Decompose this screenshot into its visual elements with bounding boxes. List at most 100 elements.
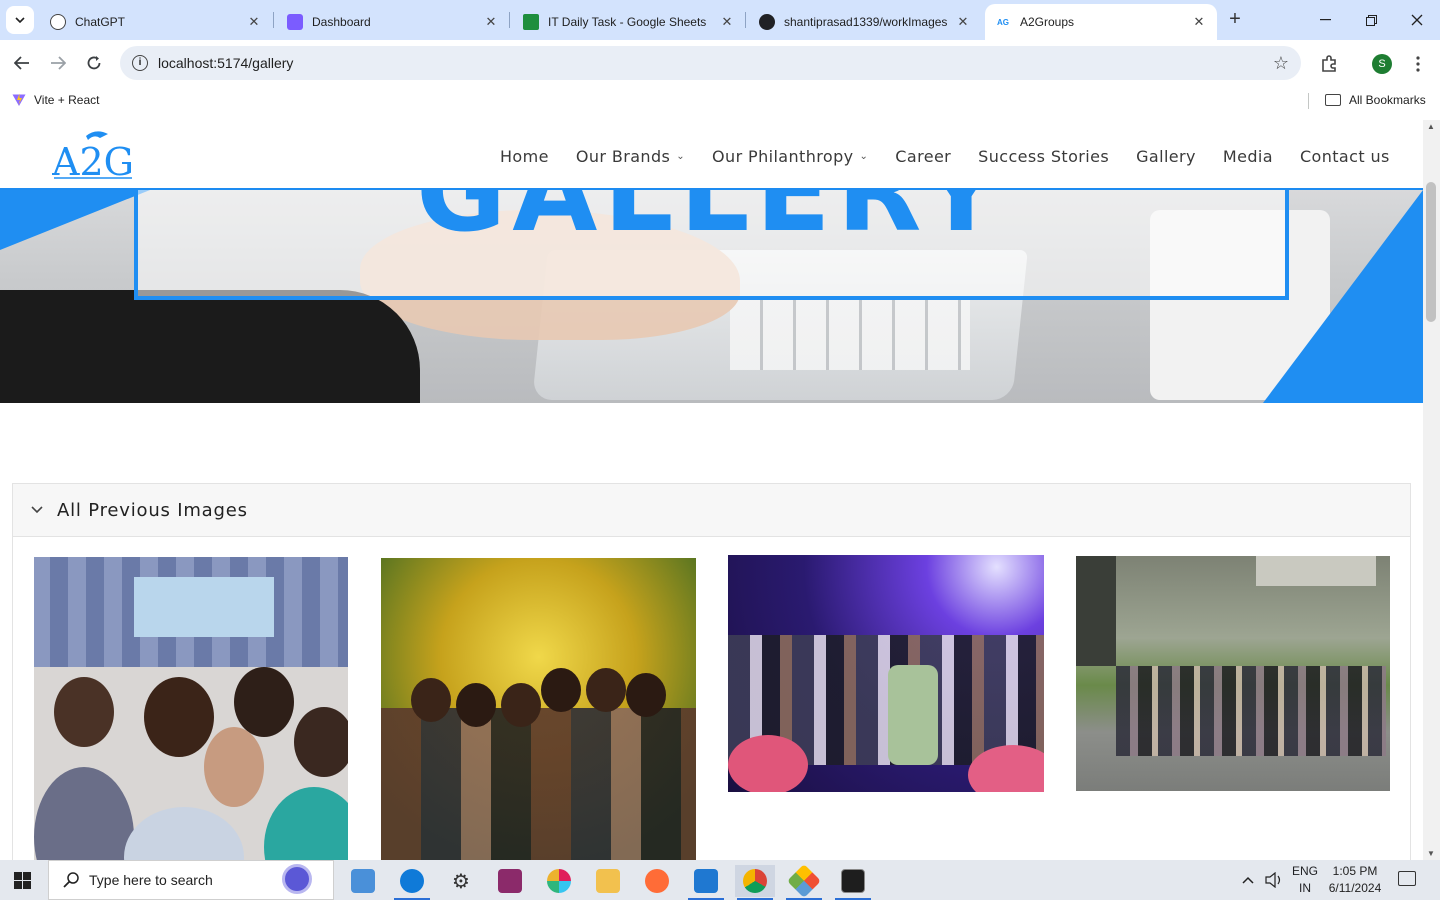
page-scrollbar[interactable]: ▲ ▼ [1423, 120, 1440, 860]
chevron-up-icon [1242, 876, 1254, 884]
site-info-icon[interactable]: i [132, 55, 148, 71]
taskbar-app-vscode[interactable] [686, 865, 726, 900]
windows-start-button[interactable] [14, 872, 31, 889]
folder-icon [1325, 94, 1341, 106]
close-tab-icon[interactable]: ✕ [719, 14, 735, 30]
taskbar-app-chrome[interactable] [735, 865, 775, 900]
gallery-hero-banner: GALLERY [0, 190, 1423, 403]
all-bookmarks-button[interactable]: All Bookmarks [1325, 93, 1426, 107]
taskbar-app-postman[interactable] [637, 865, 677, 897]
nav-contact-us[interactable]: Contact us [1300, 147, 1390, 166]
taskbar-app-file-explorer[interactable] [588, 865, 628, 897]
scroll-down-icon[interactable]: ▼ [1427, 849, 1435, 858]
folder-icon [596, 869, 620, 893]
gear-icon: ⚙ [452, 870, 470, 893]
tab-search-button[interactable] [6, 6, 34, 34]
github-icon [759, 14, 775, 30]
nav-success-stories[interactable]: Success Stories [978, 147, 1109, 166]
forward-button[interactable] [45, 50, 71, 76]
logo-text: A2G [52, 140, 134, 182]
nav-home[interactable]: Home [500, 147, 549, 166]
scroll-up-icon[interactable]: ▲ [1427, 122, 1435, 131]
nav-media[interactable]: Media [1223, 147, 1273, 166]
address-bar[interactable]: i localhost:5174/gallery ☆ [120, 46, 1301, 80]
winrar-icon [498, 869, 522, 893]
nav-our-philanthropy[interactable]: Our Philanthropy ⌄ [712, 147, 868, 166]
arrow-left-icon [14, 56, 29, 70]
clock-time: 1:05 PM [1332, 864, 1378, 878]
close-tab-icon[interactable]: ✕ [483, 14, 499, 30]
postman-icon [645, 869, 669, 893]
taskbar-app-edge[interactable] [392, 865, 432, 900]
minimize-icon [1319, 19, 1331, 21]
news-icon [351, 869, 375, 893]
tab-chatgpt[interactable]: ChatGPT ✕ [40, 4, 272, 40]
close-tab-icon[interactable]: ✕ [955, 14, 971, 30]
nav-gallery[interactable]: Gallery [1136, 147, 1196, 166]
notification-icon[interactable] [1398, 871, 1416, 886]
edge-icon [400, 869, 424, 893]
tab-title: shantiprasad1339/workImages [784, 15, 948, 29]
nav-career[interactable]: Career [895, 147, 951, 166]
gallery-image[interactable] [1076, 556, 1390, 791]
chevron-down-icon [31, 506, 43, 514]
close-tab-icon[interactable]: ✕ [246, 14, 262, 30]
close-icon [1411, 14, 1423, 26]
speaker-icon [1265, 872, 1281, 888]
sheets-icon [523, 14, 539, 30]
clock-date: 6/11/2024 [1328, 881, 1382, 895]
tab-title: A2Groups [1020, 15, 1075, 29]
accordion-header[interactable]: All Previous Images [13, 484, 1410, 537]
main-nav: Home Our Brands ⌄ Our Philanthropy ⌄ Caree… [500, 147, 1417, 166]
restore-button[interactable] [1348, 0, 1394, 40]
tab-github[interactable]: shantiprasad1339/workImages ✕ [749, 4, 981, 40]
nav-our-brands[interactable]: Our Brands ⌄ [576, 147, 685, 166]
extensions-button[interactable] [1315, 50, 1343, 78]
language-indicator[interactable]: ENG IN [1290, 863, 1320, 897]
new-tab-button[interactable]: + [1222, 8, 1248, 32]
close-tab-icon[interactable]: ✕ [1191, 14, 1207, 30]
tab-google-sheets[interactable]: IT Daily Task - Google Sheets ✕ [513, 4, 745, 40]
taskbar-app-terminal[interactable] [833, 865, 873, 900]
terminal-icon [841, 869, 865, 893]
taskbar-app-slack[interactable] [539, 865, 579, 897]
more-vert-icon [1416, 56, 1420, 72]
reload-button[interactable] [81, 50, 107, 76]
tab-title: IT Daily Task - Google Sheets [548, 15, 707, 29]
gallery-image[interactable] [381, 558, 696, 860]
avatar: S [1372, 54, 1392, 74]
a2g-logo[interactable]: A2G [52, 128, 134, 182]
chevron-down-icon: ⌄ [859, 151, 869, 162]
slack-icon [547, 869, 571, 893]
tab-title: Dashboard [312, 15, 371, 29]
reload-icon [87, 56, 101, 70]
taskbar-app-winrar[interactable] [490, 865, 530, 897]
page-viewport: A2G Home Our Brands ⌄ Our Philanthropy ⌄ C… [0, 120, 1423, 860]
back-button[interactable] [9, 50, 35, 76]
taskbar-app-news[interactable] [343, 865, 383, 897]
tab-dashboard[interactable]: Dashboard ✕ [277, 4, 509, 40]
close-window-button[interactable] [1394, 0, 1440, 40]
gallery-image[interactable] [34, 557, 348, 860]
taskbar-app-git[interactable] [784, 864, 824, 900]
search-icon [63, 872, 79, 888]
chevron-down-icon [15, 17, 25, 23]
tab-title: ChatGPT [75, 15, 126, 29]
chrome-menu-button[interactable] [1404, 50, 1432, 78]
chatgpt-icon [50, 14, 66, 30]
volume-button[interactable] [1265, 860, 1283, 900]
scrollbar-thumb[interactable] [1426, 182, 1436, 322]
tab-a2groups[interactable]: AG A2Groups ✕ [985, 4, 1217, 40]
arrow-right-icon [51, 56, 66, 70]
show-hidden-icons-button[interactable] [1242, 860, 1254, 900]
gallery-image[interactable] [728, 555, 1044, 792]
taskbar-app-settings[interactable]: ⚙ [441, 865, 481, 897]
profile-button[interactable]: S [1368, 50, 1396, 78]
minimize-button[interactable] [1302, 0, 1348, 40]
cortana-icon[interactable] [282, 864, 312, 894]
all-bookmarks-label: All Bookmarks [1349, 93, 1426, 107]
bookmark-vite-react[interactable]: Vite + React [12, 93, 99, 107]
bookmark-star-icon[interactable]: ☆ [1273, 53, 1289, 74]
system-clock[interactable]: 1:05 PM 6/11/2024 [1322, 863, 1388, 897]
dashboard-icon [287, 14, 303, 30]
